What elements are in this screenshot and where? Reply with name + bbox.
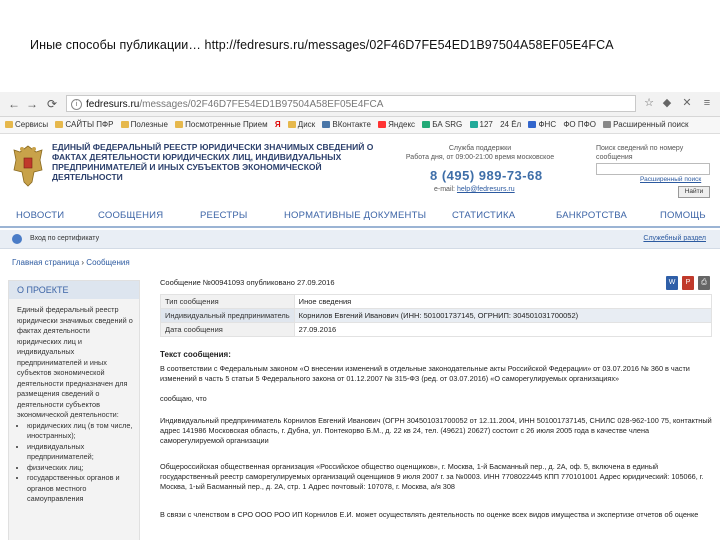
forward-icon[interactable]: → [24, 96, 40, 112]
bookmark-item[interactable]: Диск [287, 117, 315, 133]
certificate-icon [12, 234, 22, 244]
folder-icon [55, 121, 64, 128]
vk-icon [322, 121, 331, 128]
message-paragraph: Индивидуальный предприниматель Корнилов … [160, 416, 712, 445]
search-button[interactable]: Найти [678, 186, 710, 198]
sidebar-title[interactable]: О проекте [9, 281, 139, 299]
support-title: Служба поддержки [448, 145, 512, 152]
message-paragraph: В связи с членством в СРО ООО РОО ИП Кор… [160, 510, 699, 519]
sidebar: О проекте Единый федеральный реестр юрид… [8, 280, 140, 540]
breadcrumb-home[interactable]: Главная страница [12, 258, 79, 267]
star-icon[interactable]: ☆ [642, 96, 656, 110]
table-key: Тип сообщения [160, 294, 295, 309]
bookmark-item[interactable]: Расширенный поиск [603, 117, 689, 133]
service-section-link[interactable]: Служебный раздел [643, 235, 706, 242]
back-icon[interactable]: ← [6, 96, 22, 112]
address-bar: ← → ⟳ i fedresurs.ru/messages/02F46D7FE54… [0, 92, 720, 117]
folder-icon [5, 121, 13, 128]
advanced-search-link[interactable]: Расширенный поиск [640, 176, 701, 183]
message-header: Сообщение №00941093 опубликовано 27.09.2… [160, 278, 335, 287]
sidebar-body: Единый федеральный реестр юридически зна… [17, 305, 135, 505]
bookmark-item[interactable]: САЙТЫ ПФР [55, 117, 113, 133]
bookmarks-bar: Сервисы САЙТЫ ПФР Полезные Посмотренные … [0, 117, 720, 134]
registry-title[interactable]: Единый федеральный реестр юридически зна… [52, 142, 382, 182]
message-paragraph: В соответствии с Федеральным законом «О … [160, 364, 690, 383]
url-input[interactable]: i fedresurs.ru/messages/02F46D7FE54ED1B97… [66, 95, 636, 112]
url-path: /messages/02F46D7FE54ED1B97504A58EF05E4F… [139, 99, 384, 110]
menu-icon[interactable]: ≡ [700, 96, 714, 110]
table-key: Индивидуальный предприниматель [160, 308, 295, 323]
sidebar-list-item: юридических лиц (в том числе, иностранны… [27, 421, 135, 442]
table-row: Индивидуальный предприниматель Корнилов … [160, 308, 713, 323]
bookmark-item[interactable]: 127 [469, 117, 493, 133]
page-icon [175, 121, 184, 128]
sidebar-list: юридических лиц (в том числе, иностранны… [17, 421, 135, 505]
slide-caption: Иные способы публикации… http://fedresur… [30, 38, 614, 52]
search-input[interactable] [596, 163, 710, 175]
sidebar-list-item: физических лиц; [27, 463, 135, 474]
message-text-title: Текст сообщения: [160, 350, 231, 359]
fns-icon [528, 121, 537, 128]
site-info-icon[interactable]: i [71, 98, 82, 110]
disk-icon [287, 121, 296, 128]
bookmark-item[interactable]: ВКонтакте [322, 117, 371, 133]
pdf-icon[interactable]: P [682, 276, 694, 290]
support-hours: Работа дня, от 09:00-21:00 время московс… [405, 154, 555, 161]
table-value: 27.09.2016 [293, 322, 713, 337]
word-doc-icon[interactable]: W [666, 276, 678, 290]
sidebar-list-item: государственных органов и органов местно… [27, 473, 135, 505]
bookmark-item[interactable]: ФНС [528, 117, 556, 133]
table-key: Дата сообщения [160, 322, 295, 337]
nav-news[interactable]: Новости [16, 210, 64, 221]
bookmark-item[interactable]: Полезные [120, 117, 168, 133]
bookmark-item[interactable]: Посмотренные Прием [175, 117, 268, 133]
search-label: Поиск сведений по номеру сообщения [596, 145, 684, 161]
bookmark-item[interactable]: Сервисы [5, 117, 48, 133]
table-row: Тип сообщения Иное сведения [160, 294, 713, 309]
breadcrumb: Главная страница › Сообщения [12, 258, 130, 267]
bank-icon [422, 121, 431, 128]
certificate-bar: Вход по сертификату Служебный раздел [0, 230, 720, 249]
bookmark-item[interactable]: ФО ПФО [563, 117, 596, 133]
site-header: Единый федеральный реестр юридически зна… [0, 134, 720, 206]
nav-bankruptcy[interactable]: Банкротства [556, 210, 627, 221]
nav-messages[interactable]: Сообщения [98, 210, 163, 221]
breadcrumb-current[interactable]: Сообщения [86, 258, 129, 267]
sidebar-intro: Единый федеральный реестр юридически зна… [17, 305, 133, 419]
nav-statistics[interactable]: Статистика [452, 210, 515, 221]
message-paragraph: Общероссийская общественная организация … [160, 462, 704, 491]
nav-normative-documents[interactable]: Нормативные документы [284, 210, 426, 221]
main-nav: Новости Сообщения Реестры Нормативные до… [0, 206, 720, 228]
print-icon[interactable]: ⎙ [698, 276, 710, 290]
bookmark-item[interactable]: 24 Ёл [500, 117, 521, 133]
message-paragraph: сообщаю, что [160, 394, 207, 403]
extension-icon[interactable]: ◆ [660, 96, 674, 110]
certificate-login-link[interactable]: Вход по сертификату [30, 235, 99, 242]
nav-registries[interactable]: Реестры [200, 210, 248, 221]
page-icon [603, 121, 612, 128]
table-row: Дата сообщения 27.09.2016 [160, 322, 713, 337]
close-tab-icon[interactable]: ✕ [680, 96, 694, 110]
folder-icon [120, 121, 129, 128]
sidebar-list-item: индивидуальных предпринимателей; [27, 442, 135, 463]
support-info: Служба поддержки Работа дня, от 09:00-21… [400, 144, 560, 162]
bookmark-item[interactable]: Я [275, 117, 281, 133]
support-phone: 8 (495) 989-73-68 [430, 168, 543, 183]
site-icon [469, 121, 478, 128]
breadcrumb-separator: › [81, 258, 85, 267]
coat-of-arms-icon[interactable] [10, 142, 46, 188]
table-value[interactable]: Корнилов Евгений Иванович (ИНН: 50100173… [293, 308, 713, 323]
bookmark-item[interactable]: Яндекс [378, 117, 415, 133]
nav-help[interactable]: Помощь [660, 210, 706, 221]
url-host: fedresurs.ru [86, 99, 140, 110]
email-link[interactable]: help@fedresurs.ru [457, 186, 515, 193]
browser-screenshot: ← → ⟳ i fedresurs.ru/messages/02F46D7FE54… [0, 92, 720, 540]
message-info-table: Тип сообщения Иное сведения Индивидуальн… [160, 294, 713, 337]
support-email: e-mail: help@fedresurs.ru [434, 186, 515, 193]
reload-icon[interactable]: ⟳ [44, 96, 60, 112]
yandex-icon [378, 121, 387, 128]
table-value: Иное сведения [293, 294, 713, 309]
bookmark-item[interactable]: БА SRG [422, 117, 462, 133]
